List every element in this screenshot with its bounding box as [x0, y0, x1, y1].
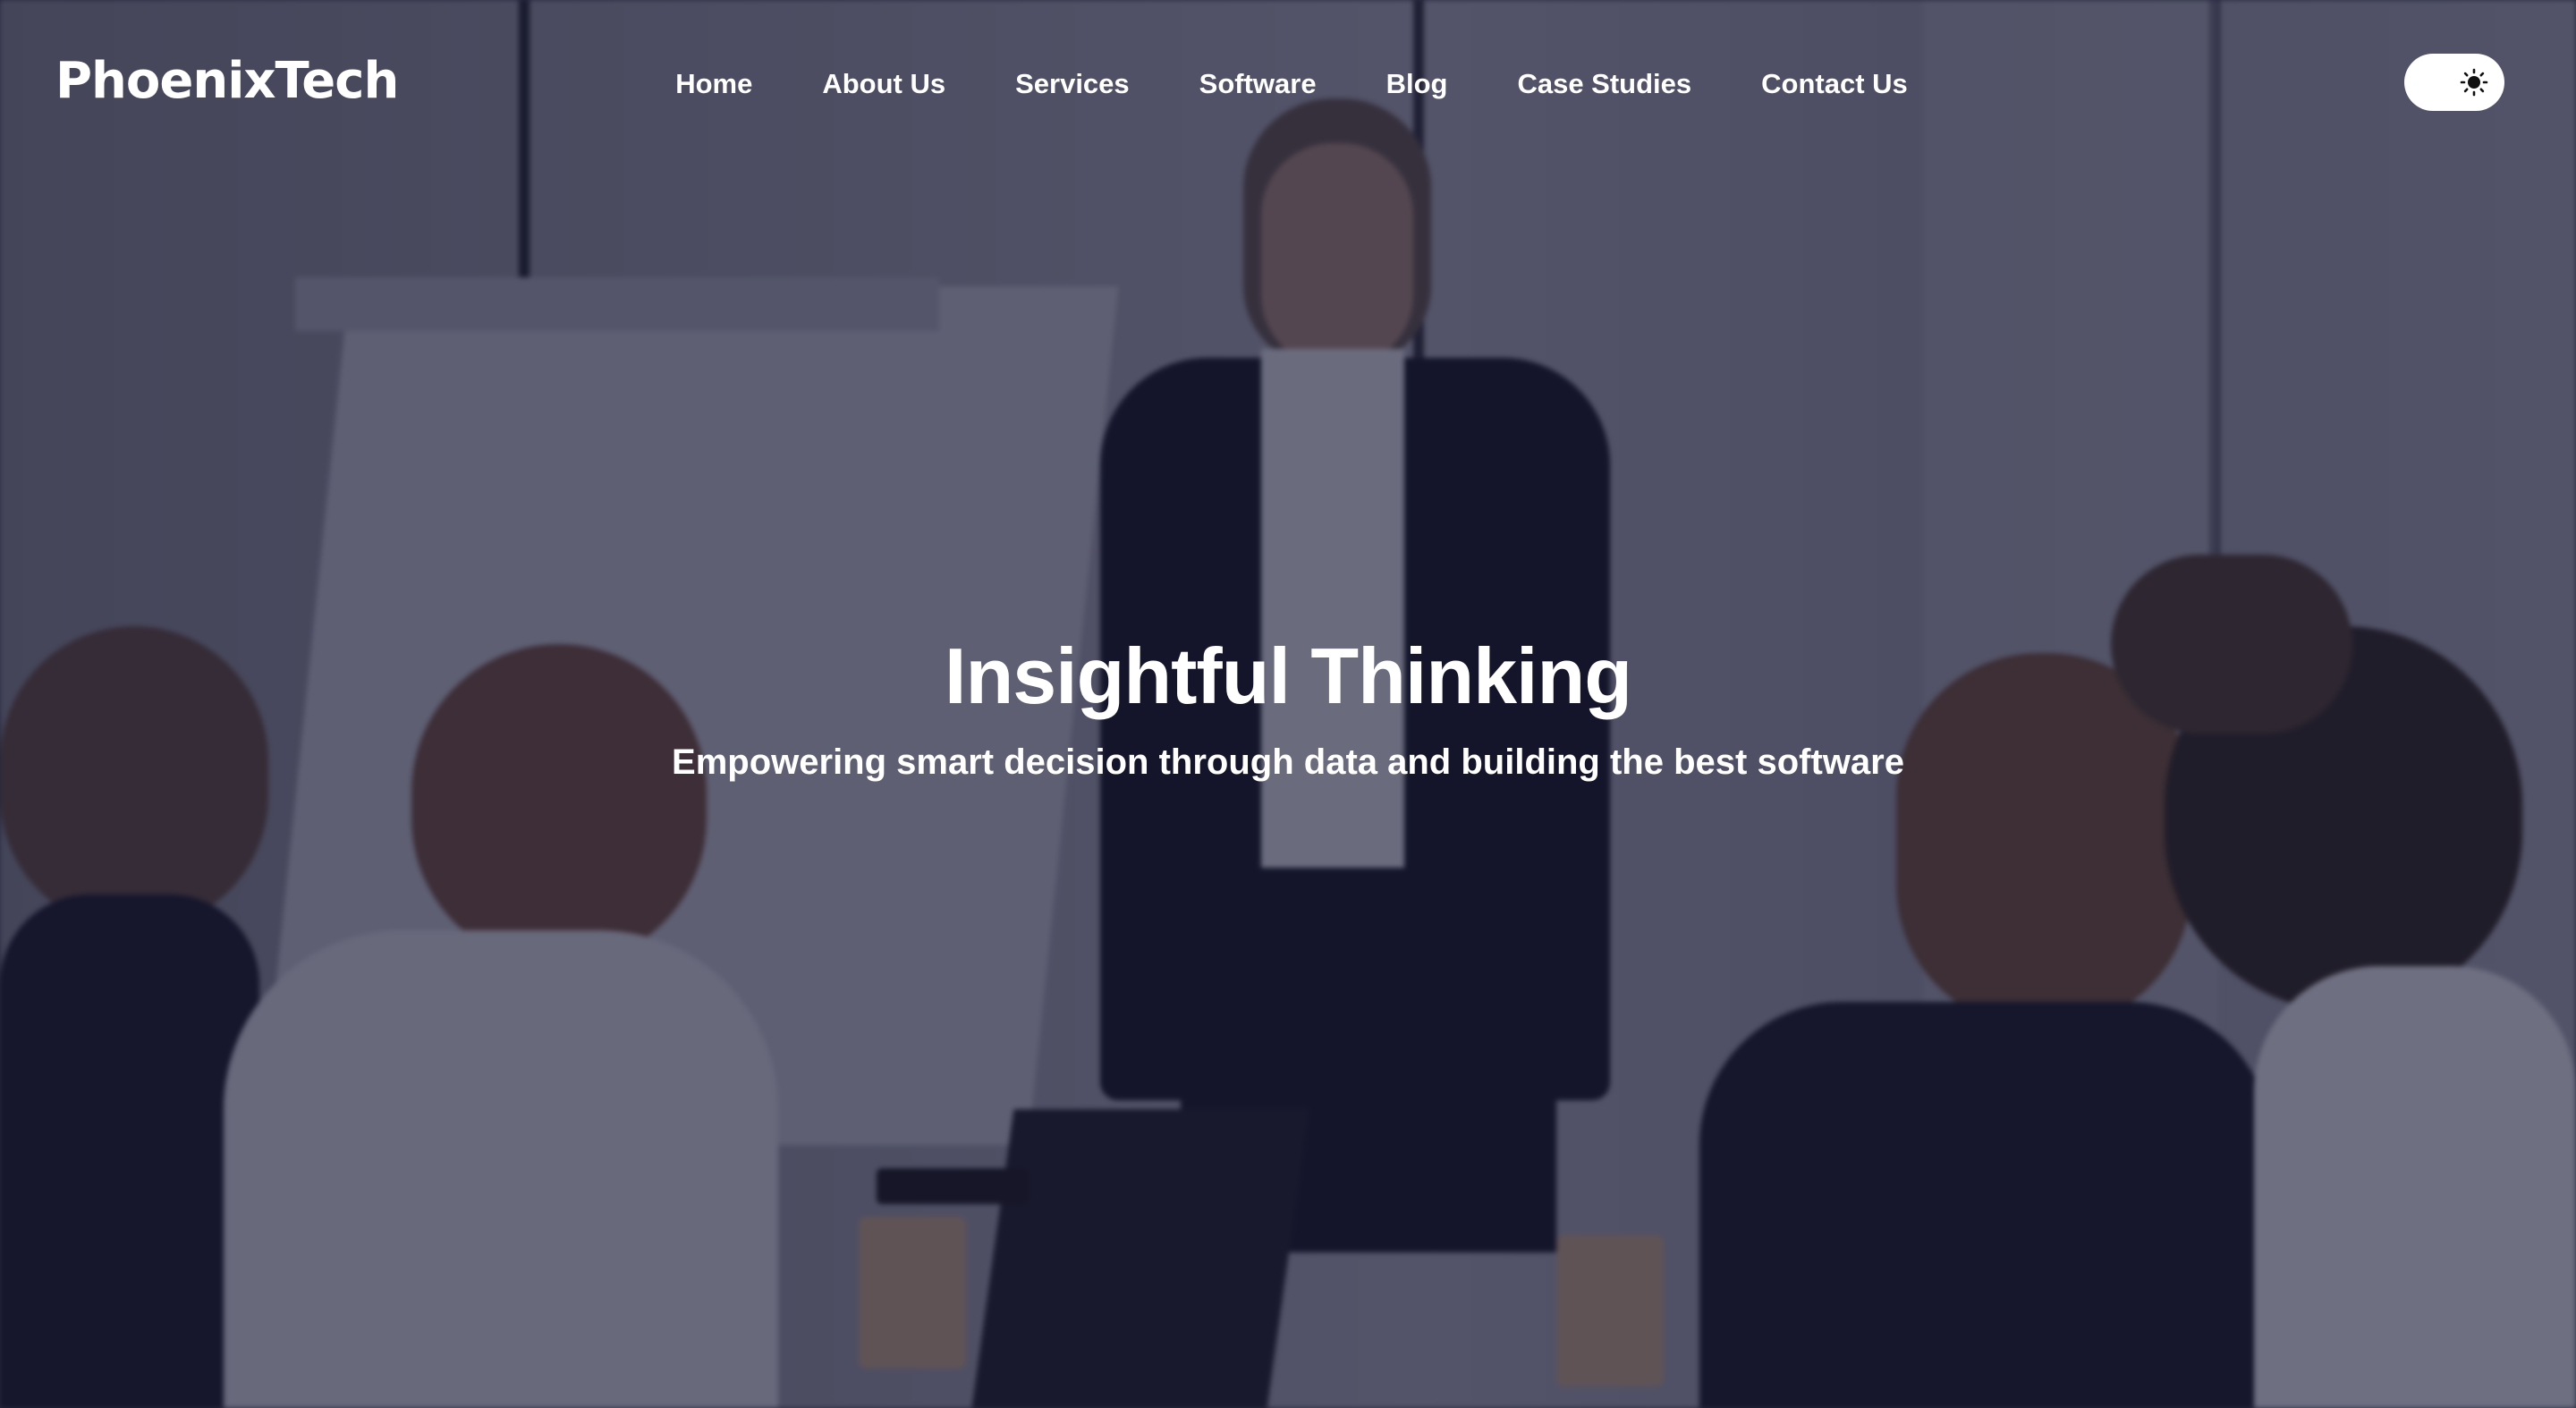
nav-item-case-studies[interactable]: Case Studies [1482, 64, 1726, 104]
theme-toggle[interactable] [2404, 54, 2504, 111]
nav-item-services[interactable]: Services [980, 64, 1165, 104]
hero-subtitle: Empowering smart decision through data a… [672, 742, 1904, 782]
nav-item-software[interactable]: Software [1165, 64, 1352, 104]
sun-icon [2460, 68, 2488, 97]
nav-item-blog[interactable]: Blog [1352, 64, 1483, 104]
hero-section: PhoenixTech Home About Us Services Softw… [0, 0, 2576, 1408]
nav-item-home[interactable]: Home [640, 64, 787, 104]
main-nav: Home About Us Services Software Blog Cas… [0, 64, 2576, 104]
hero-content: Insightful Thinking Empowering smart dec… [0, 626, 2576, 785]
navbar: PhoenixTech Home About Us Services Softw… [0, 0, 2576, 166]
nav-item-about-us[interactable]: About Us [787, 64, 980, 104]
nav-item-contact-us[interactable]: Contact Us [1726, 64, 1943, 104]
hero-title: Insightful Thinking [945, 632, 1632, 720]
